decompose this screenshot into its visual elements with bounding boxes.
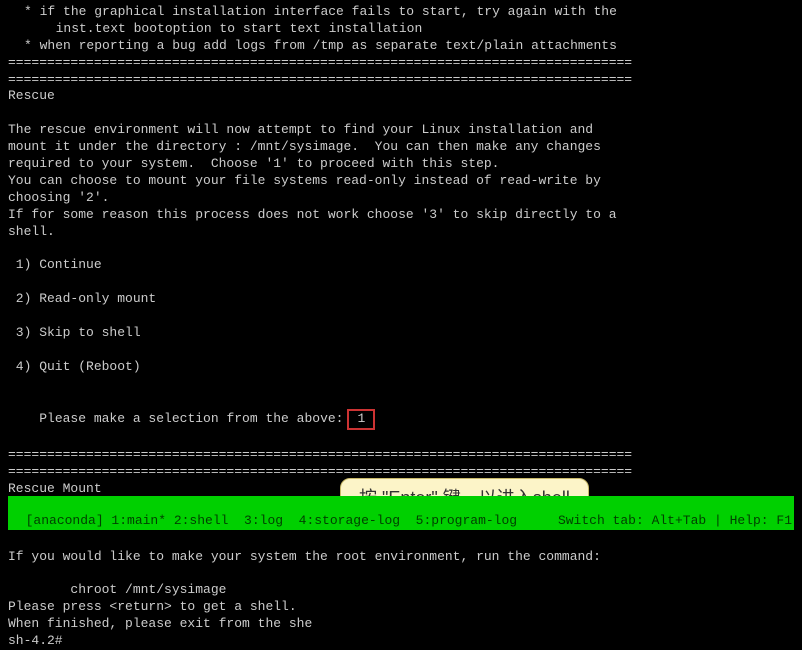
mount-cmd: chroot /mnt/sysimage: [8, 582, 794, 599]
mount-p4: When finished, please exit from the she: [8, 616, 794, 633]
option-quit: 4) Quit (Reboot): [8, 359, 794, 376]
selection-prompt-line: Please make a selection from the above: 1: [8, 392, 794, 447]
status-left: [anaconda] 1:main* 2:shell 3:log 4:stora…: [26, 513, 517, 528]
selection-prompt: Please make a selection from the above:: [39, 411, 343, 426]
divider-2: ========================================…: [8, 72, 794, 89]
rescue-p3: required to your system. Choose '1' to p…: [8, 156, 794, 173]
divider-1: ========================================…: [8, 55, 794, 72]
terminal-output: if the graphical installation interface …: [0, 0, 802, 650]
option-skip: 3) Skip to shell: [8, 325, 794, 342]
rescue-p2: mount it under the directory : /mnt/sysi…: [8, 139, 794, 156]
shell-prompt[interactable]: sh-4.2#: [8, 633, 794, 650]
rescue-p6: If for some reason this process does not…: [8, 207, 794, 224]
rescue-p4: You can choose to mount your file system…: [8, 173, 794, 190]
divider-3: ========================================…: [8, 447, 794, 464]
bullet-1a: if the graphical installation interface …: [8, 4, 794, 21]
rescue-p1: The rescue environment will now attempt …: [8, 122, 794, 139]
rescue-p5: choosing '2'.: [8, 190, 794, 207]
option-continue: 1) Continue: [8, 257, 794, 274]
rescue-p7: shell.: [8, 224, 794, 241]
mount-p2: If you would like to make your system th…: [8, 549, 794, 566]
rescue-title: Rescue: [8, 88, 794, 105]
bullet-2: when reporting a bug add logs from /tmp …: [8, 38, 794, 55]
mount-p3: Please press <return> to get a shell.: [8, 599, 794, 616]
status-right: Switch tab: Alt+Tab | Help: F1: [558, 513, 792, 530]
option-readonly: 2) Read-only mount: [8, 291, 794, 308]
status-bar: [anaconda] 1:main* 2:shell 3:log 4:stora…: [8, 496, 794, 530]
bullet-1b: inst.text bootoption to start text insta…: [8, 21, 794, 38]
selection-input[interactable]: 1: [347, 409, 375, 430]
